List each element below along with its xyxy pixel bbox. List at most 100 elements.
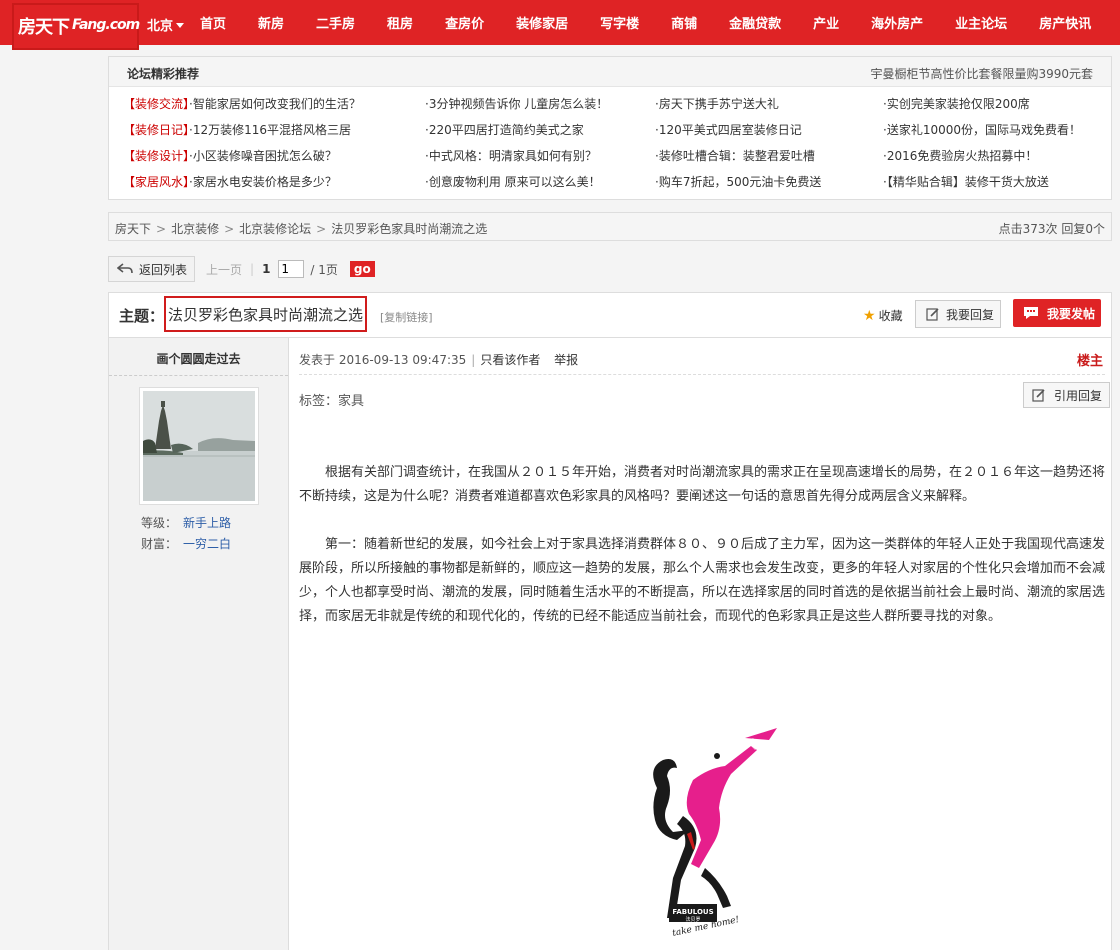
nav-link-overseas[interactable]: 海外房产 — [855, 13, 939, 32]
recommend-link[interactable]: ·装修吐槽合辑：装整君爱吐槽 — [655, 147, 815, 164]
recommend-row: 【装修设计】·小区装修噪音困扰怎么破？ ·中式风格：明清家具如何有别？ ·装修吐… — [123, 147, 1103, 173]
nav-link-news[interactable]: 房产快讯 — [1023, 13, 1107, 32]
total-pages: / 1页 — [310, 262, 338, 277]
level-value[interactable]: 新手上路 — [183, 516, 231, 530]
recommend-title: 论坛精彩推荐 — [127, 67, 200, 81]
breadcrumb-item-forum[interactable]: 北京装修论坛 — [239, 222, 311, 236]
author-sidebar: 画个圆圆走过去 等级： 新手上路 财富： 一穷二白 — [109, 338, 289, 950]
breadcrumb-item-decor[interactable]: 北京装修 — [171, 222, 219, 236]
recommend-link[interactable]: ·3分钟视频告诉你 儿童房怎么装！ — [425, 95, 608, 112]
recommend-row: 【装修交流】·智能家居如何改变我们的生活？ ·3分钟视频告诉你 儿童房怎么装！ … — [123, 95, 1103, 121]
report-link[interactable]: 举报 — [554, 353, 578, 367]
recommend-link[interactable]: 【装修交流】·智能家居如何改变我们的生活？ — [123, 95, 361, 112]
star-icon: ★ — [863, 307, 876, 324]
recommend-link[interactable]: ·220平四居打造简约美式之家 — [425, 121, 584, 138]
author-level: 等级： 新手上路 — [141, 513, 231, 534]
post-paragraph: 根据有关部门调查统计，在我国从２０１５年开始，消费者对时尚潮流家具的需求正在呈现… — [299, 465, 1106, 504]
subject-bar: 主题： 法贝罗彩色家具时尚潮流之选 [复制链接] ★ 收藏 我要回复 我要发帖 — [108, 292, 1112, 338]
page-input[interactable] — [278, 260, 305, 278]
post-content: 根据有关部门调查统计，在我国从２０１５年开始，消费者对时尚潮流家具的需求正在呈现… — [299, 461, 1105, 629]
nav-link-finance[interactable]: 金融贷款 — [713, 13, 797, 32]
recommend-link[interactable]: ·120平美式四居室装修日记 — [655, 121, 802, 138]
nav-link-new-homes[interactable]: 新房 — [242, 13, 300, 32]
category-tag[interactable]: 【装修日记】 — [123, 123, 189, 137]
edit-icon — [926, 308, 939, 321]
logo-chinese: 房天下 — [18, 17, 70, 38]
recommend-link[interactable]: ·中式风格：明清家具如何有别？ — [425, 147, 597, 164]
nav-link-prices[interactable]: 查房价 — [429, 13, 500, 32]
new-post-button[interactable]: 我要发帖 — [1013, 299, 1101, 327]
fang-logo[interactable]: 房天下 Fang.com — [12, 3, 140, 50]
nav-link-office[interactable]: 写字楼 — [584, 13, 655, 32]
edit-icon — [1032, 389, 1045, 402]
category-tag[interactable]: 【装修设计】 — [123, 149, 189, 163]
logo-english: Fang.com — [72, 17, 140, 33]
post-main: 发表于 2016-09-13 09:47:35 | 只看该作者 举报 楼主 标签：家… — [299, 338, 1110, 950]
nav-link-resale[interactable]: 二手房 — [300, 13, 371, 32]
nav-link-industry[interactable]: 产业 — [797, 13, 855, 32]
recommend-link[interactable]: ·实创完美家装抢仅限200席 — [883, 95, 1030, 112]
recommend-header: 论坛精彩推荐 宇曼橱柜节高性价比套餐限量购3990元套 — [109, 57, 1111, 87]
favorite-button[interactable]: ★ 收藏 — [863, 307, 903, 324]
favorite-label: 收藏 — [878, 309, 903, 323]
breadcrumb-separator: > — [316, 222, 327, 236]
back-to-list-button[interactable]: 返回列表 — [108, 256, 195, 282]
fabulous-brand-logo: FABULOUS 法贝罗 take me home! — [653, 728, 777, 939]
back-to-list-label: 返回列表 — [139, 262, 188, 277]
breadcrumb-path: 房天下 > 北京装修 > 北京装修论坛 > 法贝罗彩色家具时尚潮流之选 — [115, 220, 487, 237]
author-name[interactable]: 画个圆圆走过去 — [109, 338, 288, 376]
recommend-row: 【装修日记】·12万装修116平混搭风格三居 ·220平四居打造简约美式之家 ·… — [123, 121, 1103, 147]
breadcrumb-item-current: 法贝罗彩色家具时尚潮流之选 — [331, 222, 488, 236]
nav-link-forum[interactable]: 业主论坛 — [939, 13, 1023, 32]
post-container: 画个圆圆走过去 等级： 新手上路 财富： 一穷二白 发表于 2016-09-13 0… — [108, 338, 1112, 950]
category-tag[interactable]: 【家居风水】 — [123, 175, 189, 189]
recommend-link[interactable]: ·购车7折起，500元油卡免费送 — [655, 173, 821, 190]
prev-page-button[interactable]: 上一页 — [206, 261, 242, 278]
nav-link-rent[interactable]: 租房 — [371, 13, 429, 32]
quote-reply-label: 引用回复 — [1054, 388, 1103, 403]
nav-link-home-decor[interactable]: 装修家居 — [500, 13, 584, 32]
wealth-value[interactable]: 一穷二白 — [183, 537, 231, 551]
wealth-label: 财富： — [141, 537, 178, 551]
current-page: 1 — [262, 262, 271, 276]
city-selector[interactable]: 北京 — [147, 15, 185, 34]
breadcrumb-separator: > — [156, 222, 167, 236]
author-meta: 等级： 新手上路 财富： 一穷二白 — [141, 513, 231, 555]
view-reply-stats: 点击373次 回复0个 — [998, 222, 1105, 236]
pagination: 上一页 | 1 / 1页 go — [206, 260, 375, 278]
quote-reply-button[interactable]: 引用回复 — [1023, 382, 1110, 408]
brand-name-zh: 法贝罗 — [685, 916, 700, 923]
post-tags: 标签：家具 — [299, 394, 365, 409]
avatar-image — [143, 391, 255, 501]
go-button[interactable]: go — [349, 261, 375, 277]
author-wealth: 财富： 一穷二白 — [141, 534, 231, 555]
recommend-link[interactable]: ·【精华贴合辑】装修干货大放送 — [883, 173, 1049, 190]
recommend-link[interactable]: ·房天下携手苏宁送大礼 — [655, 95, 779, 112]
category-tag[interactable]: 【装修交流】 — [123, 97, 189, 111]
recommend-link[interactable]: ·2016免费验房火热招募中！ — [883, 147, 1037, 164]
chat-bubble-icon — [1024, 307, 1038, 319]
brand-name: FABULOUS — [672, 908, 713, 916]
breadcrumb: 房天下 > 北京装修 > 北京装修论坛 > 法贝罗彩色家具时尚潮流之选 点击373次 回复0… — [108, 212, 1112, 241]
copy-link-button[interactable]: [复制链接] — [380, 309, 433, 325]
subject-label: 主题： — [119, 307, 165, 325]
city-label: 北京 — [147, 19, 174, 34]
recommend-link[interactable]: ·创意废物利用 原来可以这么美！ — [425, 173, 601, 190]
only-author-link[interactable]: 只看该作者 — [480, 353, 540, 367]
recommend-link[interactable]: 【家居风水】·家居水电安装价格是多少？ — [123, 173, 337, 190]
nav-link-shops[interactable]: 商铺 — [655, 13, 713, 32]
top-nav: 房天下 Fang.com 北京 首页 新房 二手房 租房 查房价 装修家居 写字… — [0, 0, 1120, 50]
recommend-link[interactable]: ·送家礼10000份，国际马戏免费看！ — [883, 121, 1081, 138]
post-meta: 发表于 2016-09-13 09:47:35 | 只看该作者 举报 — [299, 353, 579, 367]
recommend-link[interactable]: 【装修日记】·12万装修116平混搭风格三居 — [123, 121, 351, 138]
recommend-ad-link[interactable]: 宇曼橱柜节高性价比套餐限量购3990元套 — [870, 65, 1093, 82]
breadcrumb-item-home[interactable]: 房天下 — [115, 222, 151, 236]
main-nav: 首页 新房 二手房 租房 查房价 装修家居 写字楼 商铺 金融贷款 产业 海外房… — [184, 0, 1107, 45]
reply-button[interactable]: 我要回复 — [915, 300, 1001, 328]
pager-divider: | — [250, 262, 255, 276]
post-paragraph: 第一：随着新世纪的发展，如今社会上对于家具选择消费群体８０、９０后成了主力军，因… — [299, 537, 1106, 624]
recommend-link[interactable]: 【装修设计】·小区装修噪音困扰怎么破？ — [123, 147, 337, 164]
nav-link-home[interactable]: 首页 — [184, 13, 242, 32]
avatar[interactable] — [139, 387, 259, 505]
new-post-label: 我要发帖 — [1047, 306, 1096, 321]
